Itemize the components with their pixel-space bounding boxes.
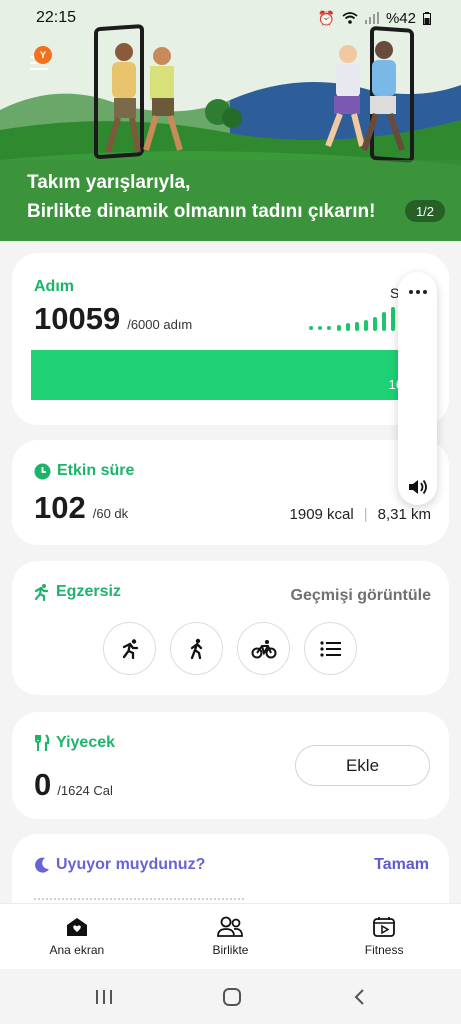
running-icon [122,638,138,659]
exercise-title: Egzersiz [56,583,121,600]
cycling-icon [251,639,276,658]
moon-icon [35,857,49,873]
active-title: Etkin süre [57,462,135,479]
sleep-title: Uyuyor muydunuz? [56,856,206,873]
nav-fitness-label: Fitness [364,943,404,957]
sleep-title-row: Uyuyor muydunuz? [34,856,205,874]
stats-divider: | [363,506,368,523]
steps-progress-bar: 16 [31,350,411,400]
exercise-shortcuts [103,622,357,675]
exercise-runner-icon [34,584,49,601]
hero-caption: Takım yarışlarıyla, Birlikte dinamik olm… [27,168,375,226]
walking-icon [190,638,202,659]
people-icon [217,916,244,937]
list-icon [319,640,341,657]
food-value-row: 0 /1624 Cal [34,767,113,803]
volume-more-button[interactable] [398,280,437,304]
nav-fitness[interactable]: Fitness [329,916,439,957]
signal-icon [364,12,379,24]
active-title-row: Etkin süre [34,462,134,480]
battery-text: %42 [385,9,416,27]
steps-title: Adım [34,278,74,295]
steps-card[interactable]: Adım S 10059 /6000 adım 16 [12,253,449,425]
exercise-title-row: Egzersiz [32,583,121,601]
steps-value-row: 10059 /6000 adım [34,301,192,337]
active-goal: /60 dk [92,506,129,521]
alarm-icon: ⏰ [317,9,335,26]
home-circle-icon[interactable] [222,987,242,1007]
notification-badge: Y [34,46,52,64]
fork-knife-icon [35,734,50,751]
active-stats: 1909 kcal | 8,31 km [290,506,431,523]
cycling-button[interactable] [237,622,290,675]
view-history-link[interactable]: Geçmişi görüntüle [291,587,431,605]
volume-panel[interactable] [398,272,437,505]
steps-goal: /6000 adım [127,317,193,332]
wifi-icon [342,12,358,24]
system-navigation-bar [0,969,461,1024]
active-value-row: 102 /60 dk [34,490,128,526]
active-kcal: 1909 kcal [289,506,354,523]
recents-icon[interactable] [95,989,113,1005]
steps-value: 10059 [34,301,121,336]
nav-home-label: Ana ekran [49,943,105,957]
home-icon [66,918,87,936]
add-food-button[interactable]: Ekle [295,745,430,786]
status-time: 22:15 [36,9,77,26]
more-exercises-button[interactable] [304,622,357,675]
nav-together[interactable]: Birlikte [175,916,285,957]
nav-home[interactable]: Ana ekran [22,916,132,957]
clock-icon [34,463,51,479]
sleep-ok-link[interactable]: Tamam [374,856,429,874]
nav-together-label: Birlikte [212,943,249,957]
battery-icon [423,11,431,25]
hero-line-2: Birlikte dinamik olmanın tadını çıkarın! [27,201,376,222]
volume-slider[interactable] [414,312,420,472]
food-value: 0 [34,767,52,802]
active-distance: 8,31 km [377,506,431,523]
food-title-row: Yiyecek [34,734,115,752]
status-bar: 22:15 ⏰ %42 [0,0,461,36]
hero-line-1: Takım yarışlarıyla, [27,172,191,193]
hero-banner[interactable]: Y Takım yarışlarıyla, Birlikte dinamik o… [0,0,461,241]
active-value: 102 [34,490,86,525]
food-card[interactable]: Yiyecek 0 /1624 Cal Ekle [12,712,449,819]
page-indicator: 1/2 [405,200,445,222]
food-title: Yiyecek [56,734,116,751]
food-goal: /1624 Cal [57,783,113,798]
fitness-icon [373,917,396,937]
running-button[interactable] [103,622,156,675]
steps-mini-chart [309,303,404,331]
exercise-card[interactable]: Egzersiz Geçmişi görüntüle [12,561,449,695]
walking-button[interactable] [170,622,223,675]
bottom-navigation: Ana ekran Birlikte Fitness [0,903,461,969]
speaker-icon[interactable] [407,477,429,497]
back-icon[interactable] [352,988,366,1006]
active-time-card[interactable]: Etkin süre 102 /60 dk 1909 kcal | 8,31 k… [12,440,449,545]
